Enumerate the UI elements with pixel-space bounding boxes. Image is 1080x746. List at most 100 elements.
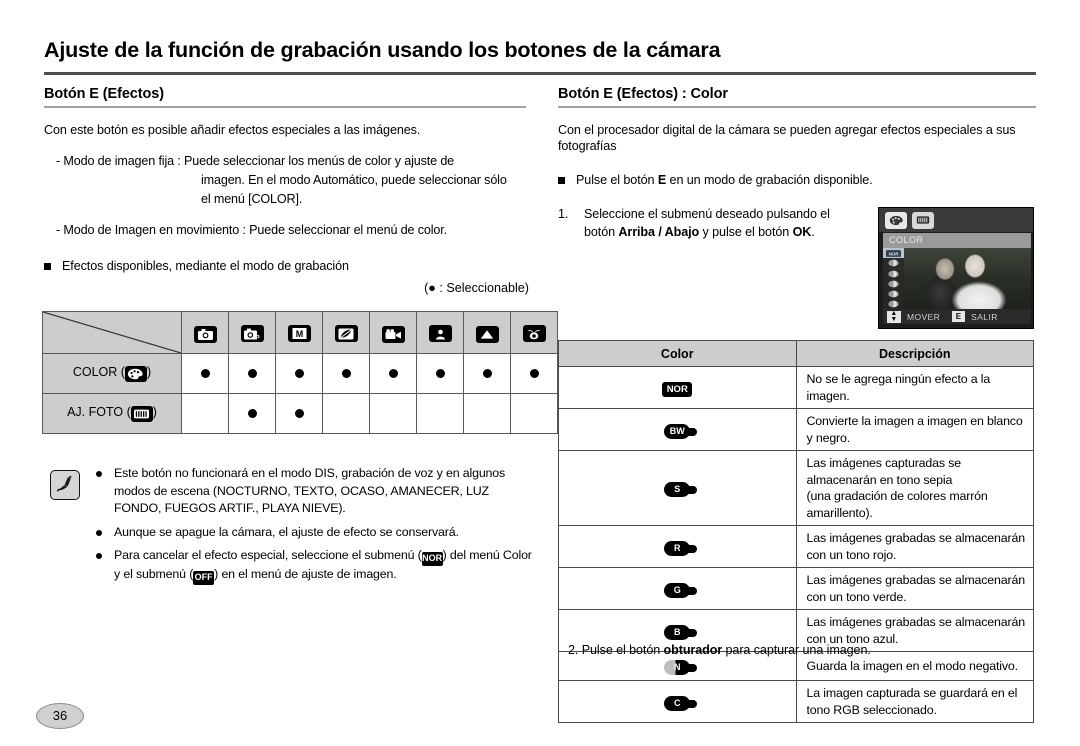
step-2-text-b: obturador xyxy=(663,643,723,657)
lcd-option-nor[interactable]: NOR xyxy=(883,248,904,258)
ajfoto-mark-program xyxy=(228,393,276,434)
step-1-line2-e: . xyxy=(811,225,815,239)
square-bullet-icon xyxy=(44,263,51,270)
selectable-dot-icon xyxy=(247,368,257,378)
nor-badge-icon: NOR xyxy=(421,551,443,566)
auto-camera-glyph xyxy=(197,328,213,340)
color-mark-landscape xyxy=(463,353,511,394)
color-palette-icon xyxy=(889,215,903,225)
ajfoto-mark-landscape xyxy=(463,393,511,434)
page-number: 36 xyxy=(36,703,84,729)
svg-text:M: M xyxy=(295,329,303,339)
ajfoto-mark-manual xyxy=(275,393,323,434)
note-item: Aunque se apague la cámara, el ajuste de… xyxy=(94,524,534,542)
ajfoto-mark-dis xyxy=(322,393,370,434)
right-bullet-c: en un modo de grabación disponible. xyxy=(666,173,873,187)
table-row: COLOR ( ) xyxy=(42,353,558,394)
right-bullet-a: Pulse el botón xyxy=(576,173,658,187)
color-icon-cell-custom: C xyxy=(558,680,797,723)
right-intro-text: Con el procesador digital de la cámara s… xyxy=(558,123,1016,153)
left-dash-list: - Modo de imagen fija : Puede selecciona… xyxy=(44,152,534,240)
nor-color-icon: NOR xyxy=(662,381,693,397)
selectable-dot-icon xyxy=(341,368,351,378)
mode-header-landscape xyxy=(463,311,511,354)
table-row: R Las imágenes grabadas se almacenarán c… xyxy=(558,525,1034,568)
lcd-bottom-bar: ▲ ▼ MOVER E SALIR xyxy=(883,309,1031,324)
right-bullet-row: Pulse el botón E en un modo de grabación… xyxy=(558,172,1036,189)
mode-header-auto xyxy=(181,311,229,354)
dash-item-1-cont-b: el menú [COLOR]. xyxy=(201,192,303,206)
portrait-glyph xyxy=(433,328,447,340)
step-1-line2-d: OK xyxy=(792,225,812,239)
camera-lcd-screenshot: COLOR NOR ▲ ▼ MOVER E SALIR xyxy=(878,207,1034,329)
mode-header-macro xyxy=(510,311,558,354)
bw-option-icon xyxy=(888,259,899,267)
left-section-heading: Botón E (Efectos) xyxy=(44,86,164,102)
step-1-line2-c: y pulse el botón xyxy=(699,225,793,239)
color-palette-icon xyxy=(124,366,147,382)
svg-text:NOR: NOR xyxy=(889,251,900,256)
color-mark-dis xyxy=(322,353,370,394)
blue-option-icon xyxy=(888,301,899,308)
right-section-divider xyxy=(558,106,1036,108)
table-row: G Las imágenes grabadas se almacenarán c… xyxy=(558,567,1034,610)
lcd-tab-image-adjust xyxy=(912,211,934,229)
recording-mode-table: P M COLOR () AJ. FOTO () xyxy=(42,311,558,434)
ajfoto-mark-macro xyxy=(510,393,558,434)
notes-list: Este botón no funcionará en el modo DIS,… xyxy=(94,465,534,591)
image-adjust-icon xyxy=(916,216,930,224)
step-1: 1. Seleccione el submenú deseado pulsand… xyxy=(558,205,896,241)
right-bullet-b: E xyxy=(657,173,667,187)
sepia-color-icon: S xyxy=(664,482,698,497)
color-table-header-row: Color Descripción xyxy=(558,340,1034,367)
dash-item-1: - Modo de imagen fija : Puede selecciona… xyxy=(56,154,455,168)
round-bullet-icon xyxy=(96,553,102,559)
color-desc-bw: Convierte la imagen a imagen en blanco y… xyxy=(795,408,1034,451)
auto-camera-icon xyxy=(193,325,217,343)
left-column: Botón E (Efectos) Con este botón es posi… xyxy=(44,86,534,295)
table-row: AJ. FOTO ( ) xyxy=(42,393,558,434)
note-pen-icon xyxy=(50,470,80,500)
negative-color-icon: N xyxy=(664,660,698,675)
color-icon-cell-green: G xyxy=(558,567,797,610)
movie-camera-icon xyxy=(381,325,405,343)
step-2-text-a: Pulse el botón xyxy=(581,643,664,657)
lcd-option-blue[interactable] xyxy=(883,299,904,310)
color-desc-custom: La imagen capturada se guardará en el to… xyxy=(795,680,1034,723)
lcd-option-red[interactable] xyxy=(883,278,904,289)
mode-header-manual: M xyxy=(275,311,323,354)
mode-header-program: P xyxy=(228,311,276,354)
color-description-table: Color Descripción NOR No se le agrega ni… xyxy=(558,340,1034,723)
table-row: C La imagen capturada se guardará en el … xyxy=(558,680,1034,723)
selectable-dot-icon xyxy=(388,368,398,378)
blue-color-icon: B xyxy=(664,624,698,640)
row-label-color-text: COLOR ( xyxy=(72,365,125,379)
step-2-number: 2. xyxy=(568,643,579,657)
step-2-text-c: para capturar una imagen. xyxy=(722,643,871,657)
note-pen-glyph xyxy=(56,475,72,492)
step-1-line2-b: Arriba / Abajo xyxy=(618,225,700,239)
notes-box: Este botón no funcionará en el modo DIS,… xyxy=(42,462,534,602)
row-label-color-suffix: ) xyxy=(146,365,152,379)
round-bullet-icon xyxy=(96,529,102,536)
green-color-icon: G xyxy=(664,582,698,598)
color-palette-glyph xyxy=(128,368,144,380)
color-desc-sepia-line1: Las imágenes capturadas se almacenarán e… xyxy=(806,456,962,487)
available-effects-label: Efectos disponibles, mediante el modo de… xyxy=(62,259,349,273)
dash-item-2: - Modo de Imagen en movimiento : Puede s… xyxy=(56,223,447,237)
color-column-header: Color xyxy=(558,340,797,367)
note-item: Para cancelar el efecto especial, selecc… xyxy=(94,547,534,585)
color-mark-macro xyxy=(510,353,558,394)
green-option-icon xyxy=(888,290,899,298)
e-button-icon: E xyxy=(952,311,966,322)
title-divider xyxy=(44,72,1036,75)
lcd-option-sepia[interactable] xyxy=(883,268,904,279)
ajfoto-mark-portrait xyxy=(416,393,464,434)
lcd-option-green[interactable] xyxy=(883,289,904,300)
lcd-option-bw[interactable] xyxy=(883,258,904,269)
available-effects-heading: Efectos disponibles, mediante el modo de… xyxy=(44,258,534,275)
image-adjust-icon xyxy=(130,406,153,422)
lcd-move-label: MOVER xyxy=(907,311,941,322)
color-desc-red: Las imágenes grabadas se almacenarán con… xyxy=(795,525,1034,568)
lcd-option-strip: NOR xyxy=(883,248,904,310)
